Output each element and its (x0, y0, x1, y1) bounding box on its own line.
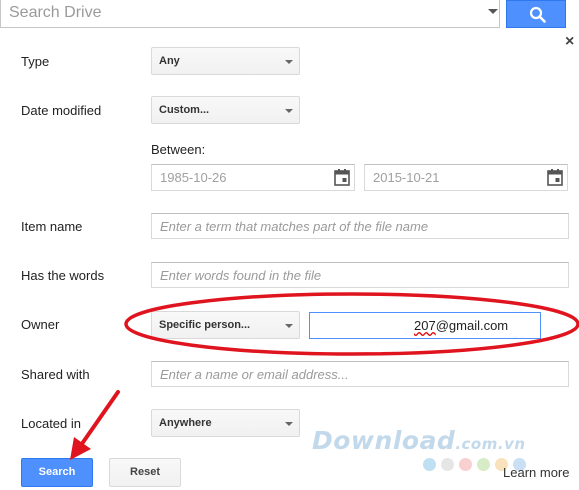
located-in-select-value: Anywhere (159, 417, 212, 429)
watermark: Download.com.vn (312, 426, 526, 455)
chevron-down-icon (285, 60, 293, 64)
calendar-icon[interactable] (334, 169, 350, 186)
chevron-down-icon (285, 324, 293, 328)
start-date-input[interactable]: 1985-10-26 (151, 164, 355, 191)
located-in-select[interactable]: Anywhere (151, 409, 300, 437)
search-button[interactable]: Search (21, 458, 93, 487)
shared-with-placeholder: Enter a name or email address... (160, 367, 349, 382)
owner-select[interactable]: Specific person... (151, 311, 300, 339)
end-date-input[interactable]: 2015-10-21 (364, 164, 568, 191)
type-select-value: Any (159, 55, 180, 67)
chevron-down-icon (285, 422, 293, 426)
has-words-label: Has the words (21, 268, 105, 283)
shared-with-input[interactable]: Enter a name or email address... (151, 361, 569, 387)
date-modified-label: Date modified (21, 103, 102, 118)
date-modified-select-value: Custom... (159, 104, 210, 116)
owner-select-value: Specific person... (159, 319, 251, 331)
item-name-input[interactable]: Enter a term that matches part of the fi… (151, 213, 569, 239)
located-in-label: Located in (21, 416, 81, 431)
owner-label: Owner (21, 317, 60, 332)
top-search-button[interactable] (506, 0, 566, 28)
search-options-arrow-icon[interactable] (488, 9, 498, 14)
owner-email-value: 207@gmail.com (414, 318, 509, 333)
date-modified-select[interactable]: Custom... (151, 96, 300, 124)
has-words-input[interactable]: Enter words found in the file (151, 262, 569, 288)
type-label: Type (21, 54, 50, 69)
search-input[interactable] (9, 2, 479, 24)
item-name-placeholder: Enter a term that matches part of the fi… (160, 219, 429, 234)
between-label: Between: (151, 142, 206, 157)
reset-button[interactable]: Reset (109, 458, 181, 487)
start-date-placeholder: 1985-10-26 (160, 170, 227, 185)
type-select[interactable]: Any (151, 47, 300, 75)
close-icon[interactable]: × (565, 34, 574, 50)
search-icon (529, 6, 546, 23)
shared-with-label: Shared with (21, 367, 90, 382)
owner-email-input[interactable]: 207@gmail.com (309, 312, 541, 339)
chevron-down-icon (285, 109, 293, 113)
item-name-label: Item name (21, 219, 83, 234)
search-bar (0, 0, 500, 28)
calendar-icon[interactable] (547, 169, 563, 186)
learn-more-link[interactable]: Learn more (503, 465, 569, 480)
end-date-placeholder: 2015-10-21 (373, 170, 440, 185)
has-words-placeholder: Enter words found in the file (160, 268, 322, 283)
